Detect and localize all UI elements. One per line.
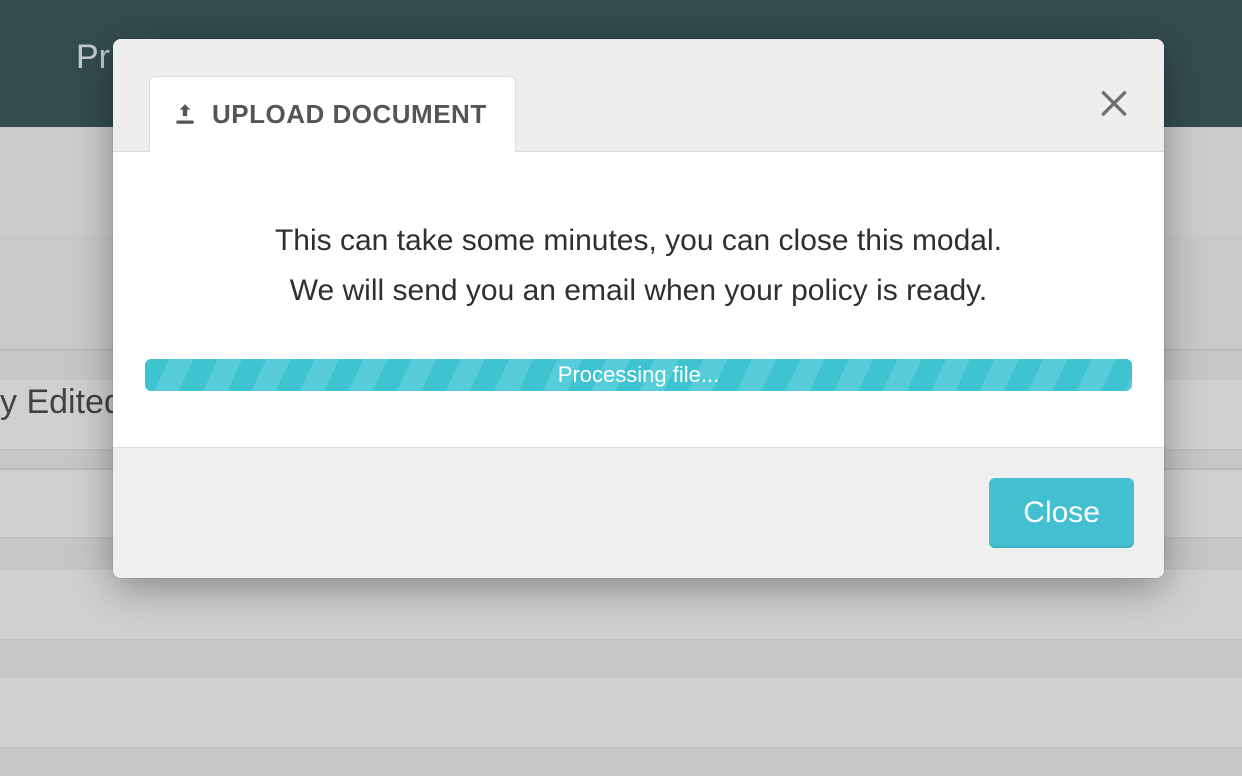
progress-bar: Processing file... bbox=[145, 359, 1132, 391]
progress-text: Processing file... bbox=[558, 362, 719, 388]
tab-upload-document[interactable]: UPLOAD DOCUMENT bbox=[149, 76, 516, 152]
modal-message-line2: We will send you an email when your poli… bbox=[290, 274, 988, 307]
modal-body: This can take some minutes, you can clos… bbox=[113, 152, 1164, 447]
close-icon bbox=[1094, 81, 1134, 126]
modal-message: This can take some minutes, you can clos… bbox=[145, 216, 1132, 315]
modal-header: UPLOAD DOCUMENT bbox=[113, 39, 1164, 152]
modal-message-line1: This can take some minutes, you can clos… bbox=[275, 224, 1002, 257]
upload-document-modal: UPLOAD DOCUMENT This can take some minut… bbox=[113, 39, 1164, 578]
upload-icon bbox=[172, 101, 198, 127]
tab-label: UPLOAD DOCUMENT bbox=[212, 99, 487, 130]
close-button[interactable] bbox=[1092, 81, 1136, 125]
close-modal-button[interactable]: Close bbox=[989, 478, 1134, 548]
modal-footer: Close bbox=[113, 447, 1164, 578]
